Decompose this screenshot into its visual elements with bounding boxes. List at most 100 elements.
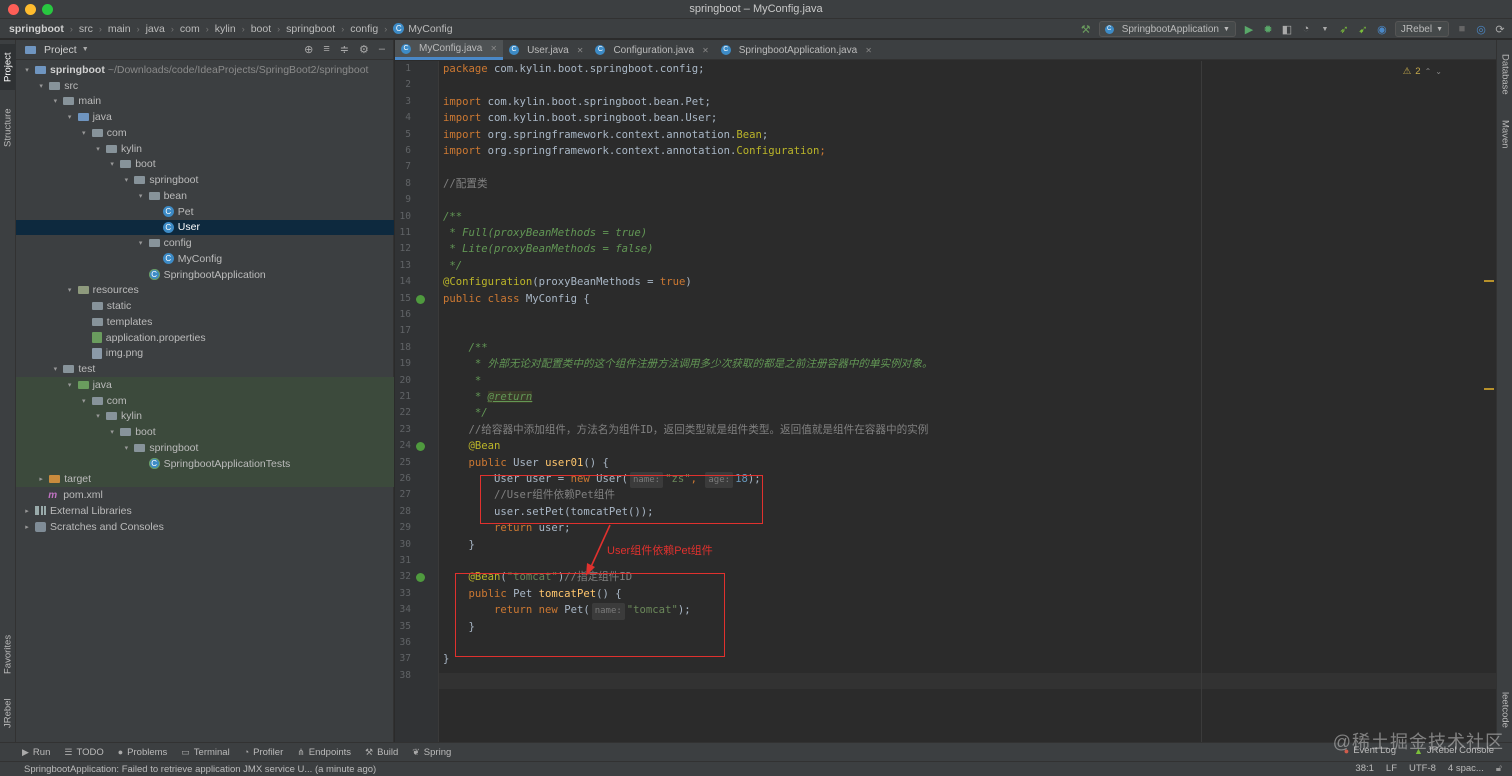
breadcrumb-item[interactable]: java: [146, 23, 165, 35]
line-number[interactable]: 29: [395, 520, 411, 536]
chevron-down-icon[interactable]: ▾: [65, 113, 75, 121]
line-number[interactable]: 3: [395, 94, 411, 110]
tree-item[interactable]: ▾ config: [16, 235, 394, 251]
jrebel-sync-icon[interactable]: ◉: [1376, 23, 1388, 36]
spring-bean-gutter-icon[interactable]: [416, 294, 425, 304]
tool-window-run[interactable]: ▶ Run: [22, 747, 50, 758]
chevron-right-icon[interactable]: ▸: [36, 475, 46, 483]
line-number[interactable]: 32: [395, 569, 411, 585]
file-encoding[interactable]: UTF-8: [1409, 763, 1436, 774]
spring-bean-gutter-icon[interactable]: [416, 573, 425, 583]
status-message[interactable]: SpringbootApplication: Failed to retriev…: [24, 764, 376, 775]
chevron-down-icon[interactable]: ▾: [50, 365, 60, 373]
breadcrumb-item[interactable]: boot: [251, 23, 271, 35]
tree-item[interactable]: ▾ springboot: [16, 440, 394, 456]
tool-window-endpoints[interactable]: ⋔ Endpoints: [297, 747, 351, 758]
breadcrumb-item[interactable]: src: [79, 23, 93, 35]
breadcrumb-item[interactable]: MyConfig: [408, 23, 452, 35]
breadcrumb-item[interactable]: springboot: [286, 23, 335, 35]
line-number[interactable]: 12: [395, 241, 411, 257]
tool-tab-jrebel[interactable]: JRebel: [0, 690, 16, 736]
chevron-down-icon[interactable]: ▾: [107, 160, 117, 168]
chevron-down-icon[interactable]: ▾: [121, 176, 131, 184]
chevron-down-icon[interactable]: ▾: [93, 412, 103, 420]
line-number[interactable]: 23: [395, 422, 411, 438]
line-number[interactable]: 22: [395, 405, 411, 421]
tree-item[interactable]: ▾ springboot: [16, 172, 394, 188]
close-icon[interactable]: ✕: [490, 44, 497, 53]
line-number[interactable]: 30: [395, 537, 411, 553]
scrollbar-marker[interactable]: [1484, 388, 1494, 390]
tool-tab-database[interactable]: Database: [1497, 46, 1512, 102]
line-number[interactable]: 19: [395, 356, 411, 372]
maximize-button[interactable]: [42, 4, 53, 15]
line-number[interactable]: 16: [395, 307, 411, 323]
breadcrumb-item[interactable]: springboot: [9, 23, 64, 35]
jrebel-debug-icon[interactable]: ➹: [1357, 23, 1369, 36]
line-number[interactable]: 34: [395, 602, 411, 618]
line-number[interactable]: 17: [395, 323, 411, 339]
line-number[interactable]: 14: [395, 274, 411, 290]
tree-item[interactable]: ▸ Scratches and Consoles: [16, 519, 394, 535]
tool-window-build[interactable]: ⚒ Build: [365, 747, 398, 758]
lock-icon[interactable]: 🔓︎: [1496, 763, 1502, 774]
project-view-select[interactable]: Project: [44, 44, 77, 56]
line-number[interactable]: 5: [395, 127, 411, 143]
expand-all-icon[interactable]: ≡: [323, 43, 329, 56]
line-number[interactable]: 35: [395, 619, 411, 635]
tree-item[interactable]: ▾ test: [16, 361, 394, 377]
line-number[interactable]: 31: [395, 553, 411, 569]
line-number[interactable]: 13: [395, 258, 411, 274]
line-number[interactable]: 36: [395, 635, 411, 651]
chevron-down-icon[interactable]: ▾: [65, 286, 75, 294]
tree-item[interactable]: m pom.xml: [16, 487, 394, 503]
tool-window-problems[interactable]: ● Problems: [118, 747, 168, 758]
stop-icon[interactable]: ■: [1456, 23, 1468, 35]
tool-tab-project[interactable]: Project: [0, 44, 16, 90]
scrollbar-marker[interactable]: [1484, 280, 1494, 282]
tree-item[interactable]: ▾ boot: [16, 424, 394, 440]
chevron-down-icon[interactable]: ▾: [121, 444, 131, 452]
chevron-down-icon[interactable]: ▾: [136, 192, 146, 200]
breadcrumb-item[interactable]: com: [180, 23, 200, 35]
chevron-right-icon[interactable]: ▸: [22, 523, 32, 531]
tool-window-terminal[interactable]: ▭ Terminal: [181, 747, 229, 758]
tree-item[interactable]: ▸ External Libraries: [16, 503, 394, 519]
tree-item[interactable]: ▾ java: [16, 109, 394, 125]
tool-tab-favorites[interactable]: Favorites: [0, 626, 16, 682]
tool-tab-maven[interactable]: Maven: [1497, 112, 1512, 156]
breadcrumb-item[interactable]: main: [108, 23, 131, 35]
code-editor[interactable]: 1 2 3 4 5 6 7 8 9 10 11 12 13 14 15 16 17 18 19 20 21 22 23 24 2…: [395, 61, 1496, 742]
tool-window-profiler[interactable]: ◔ Profiler: [244, 747, 284, 758]
close-icon[interactable]: ✕: [577, 46, 584, 55]
line-number[interactable]: 20: [395, 373, 411, 389]
tree-item[interactable]: img.png: [16, 346, 394, 362]
tree-item[interactable]: ▾ main: [16, 94, 394, 110]
line-number[interactable]: 26: [395, 471, 411, 487]
tree-item[interactable]: C SpringbootApplication: [16, 267, 394, 283]
search-icon[interactable]: ◎: [1475, 23, 1487, 36]
line-number[interactable]: 38: [395, 668, 411, 684]
editor-tab[interactable]: C MyConfig.java ✕: [395, 40, 504, 60]
tree-item[interactable]: ▾ com: [16, 392, 394, 409]
chevron-right-icon[interactable]: ▸: [22, 507, 32, 515]
close-icon[interactable]: ✕: [865, 46, 872, 55]
tree-item[interactable]: ▾ resources: [16, 283, 394, 299]
tool-window-spring[interactable]: ❦ Spring: [412, 747, 451, 758]
coverage-icon[interactable]: ◧: [1281, 23, 1293, 36]
line-number[interactable]: 4: [395, 110, 411, 126]
editor-tab[interactable]: C Configuration.java ✕: [589, 40, 714, 60]
caret-position[interactable]: 38:1: [1355, 763, 1374, 774]
tree-item[interactable]: ▾ com: [16, 125, 394, 141]
chevron-down-icon[interactable]: ▾: [93, 145, 103, 153]
close-icon[interactable]: ✕: [702, 46, 709, 55]
tree-item[interactable]: ▾ src: [16, 78, 394, 94]
hammer-icon[interactable]: ⚒: [1080, 23, 1092, 36]
tree-item[interactable]: ▾ bean: [16, 188, 394, 204]
line-number[interactable]: 15: [395, 291, 411, 307]
line-number[interactable]: 1: [395, 61, 411, 77]
chevron-down-icon[interactable]: ▾: [136, 239, 146, 247]
gear-icon[interactable]: ⚙: [359, 43, 369, 56]
line-number[interactable]: 2: [395, 77, 411, 93]
indent-setting[interactable]: 4 spac...: [1448, 763, 1484, 774]
